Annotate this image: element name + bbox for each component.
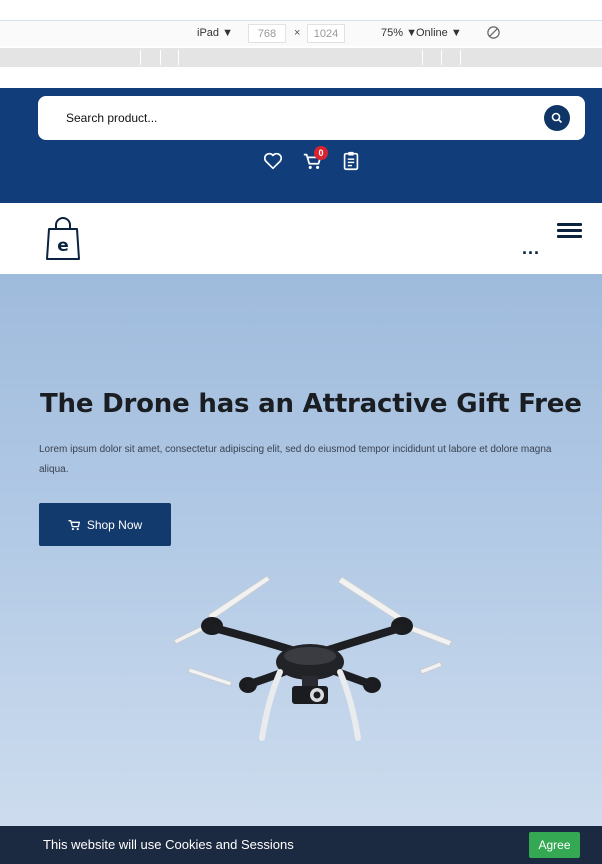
ruler-tick <box>422 50 423 65</box>
device-select[interactable]: iPad ▼ <box>197 27 233 39</box>
cookie-message: This website will use Cookies and Sessio… <box>43 837 294 852</box>
site-header: 0 <box>0 88 602 203</box>
clipboard-icon[interactable] <box>340 150 362 172</box>
cart-icon <box>68 519 80 530</box>
media-query-ruler <box>0 48 602 67</box>
search-icon <box>551 112 563 124</box>
dimension-separator: × <box>294 27 301 39</box>
more-menu-button[interactable]: ... <box>522 239 540 257</box>
drone-image <box>173 575 453 741</box>
ruler-tick <box>441 50 442 65</box>
network-select[interactable]: Online ▼ <box>416 27 462 39</box>
shopping-bag-logo-icon[interactable]: e <box>45 216 81 262</box>
search-input[interactable] <box>66 108 486 128</box>
zoom-select[interactable]: 75% ▼ <box>381 27 417 39</box>
shop-now-button[interactable]: Shop Now <box>39 503 171 546</box>
rotate-icon[interactable] <box>486 25 501 40</box>
cart-count-badge: 0 <box>314 146 328 160</box>
search-button[interactable] <box>544 105 570 131</box>
shop-now-label: Shop Now <box>86 517 143 532</box>
heart-icon[interactable] <box>262 150 284 172</box>
cart-button[interactable]: 0 <box>302 146 328 172</box>
width-field[interactable]: 768 <box>248 24 286 43</box>
burger-line <box>557 223 582 226</box>
burger-line <box>557 235 582 238</box>
main-nav: e ... <box>0 203 602 274</box>
height-field[interactable]: 1024 <box>307 24 345 43</box>
search-bar <box>38 96 585 140</box>
hero-title: The Drone has an Attractive Gift Free <box>40 389 582 419</box>
header-icons: 0 <box>0 146 602 178</box>
agree-button[interactable]: Agree <box>529 832 580 858</box>
ruler-tick <box>178 50 179 65</box>
logo-letter: e <box>57 236 69 256</box>
hamburger-menu-icon[interactable] <box>557 223 582 239</box>
ruler-tick <box>140 50 141 65</box>
ruler-tick <box>160 50 161 65</box>
burger-line <box>557 229 582 232</box>
hero-description: Lorem ipsum dolor sit amet, consectetur … <box>39 444 552 475</box>
page: iPad ▼ 768 × 1024 75% ▼ Online ▼ Search … <box>0 0 602 864</box>
cookie-consent-bar: This website will use Cookies and Sessio… <box>0 826 602 864</box>
devtools-toolbar: iPad ▼ 768 × 1024 75% ▼ Online ▼ <box>0 20 602 46</box>
ruler-tick <box>460 50 461 65</box>
hero-banner: The Drone has an Attractive Gift Free Lo… <box>0 274 602 826</box>
